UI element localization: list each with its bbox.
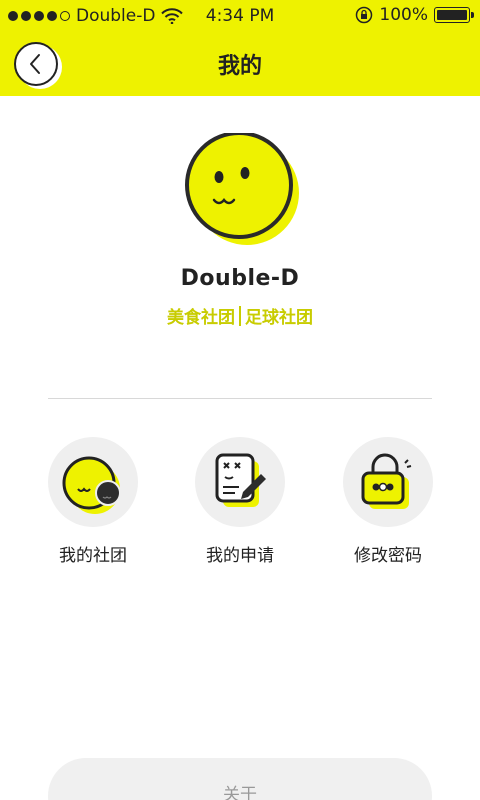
change-password-label: 修改密码 — [354, 546, 422, 566]
username: Double-D — [180, 266, 300, 291]
rotation-lock-icon — [356, 6, 373, 24]
my-clubs-icon-circle — [48, 437, 138, 527]
page-title: 我的 — [217, 54, 262, 79]
document-pen-icon — [215, 453, 266, 507]
smiley-face-icon — [185, 131, 299, 245]
my-applications-icon-circle — [195, 437, 285, 527]
club-tag[interactable]: 足球社团 — [245, 308, 313, 328]
club-separator — [239, 306, 241, 326]
avatar[interactable] — [183, 131, 303, 253]
change-password-icon-circle — [343, 437, 433, 527]
my-clubs-label: 我的社团 — [59, 546, 127, 566]
my-applications-label: 我的申请 — [206, 546, 274, 566]
change-password-button[interactable]: 修改密码 — [318, 437, 458, 566]
header: Double-D 4:34 PM 100% 我的 — [0, 0, 480, 96]
status-right: 100% — [355, 5, 474, 25]
club-tags: 美食社团 足球社团 — [0, 303, 480, 328]
club-tag[interactable]: 美食社团 — [167, 308, 235, 328]
padlock-icon — [361, 453, 412, 509]
my-applications-button[interactable]: 我的申请 — [170, 437, 310, 566]
nav-bar: 我的 — [0, 32, 480, 96]
about-button[interactable]: 关于 — [48, 758, 432, 800]
divider — [48, 398, 432, 399]
battery-icon — [434, 7, 474, 23]
group-face-icon — [62, 456, 121, 514]
battery-percent: 100% — [379, 5, 428, 25]
my-clubs-button[interactable]: 我的社团 — [23, 437, 163, 566]
about-label: 关于 — [223, 785, 257, 800]
screen: Double-D 4:34 PM 100% 我的 Double-D 美食社团 足… — [0, 0, 480, 800]
status-bar: Double-D 4:34 PM 100% — [0, 0, 480, 32]
